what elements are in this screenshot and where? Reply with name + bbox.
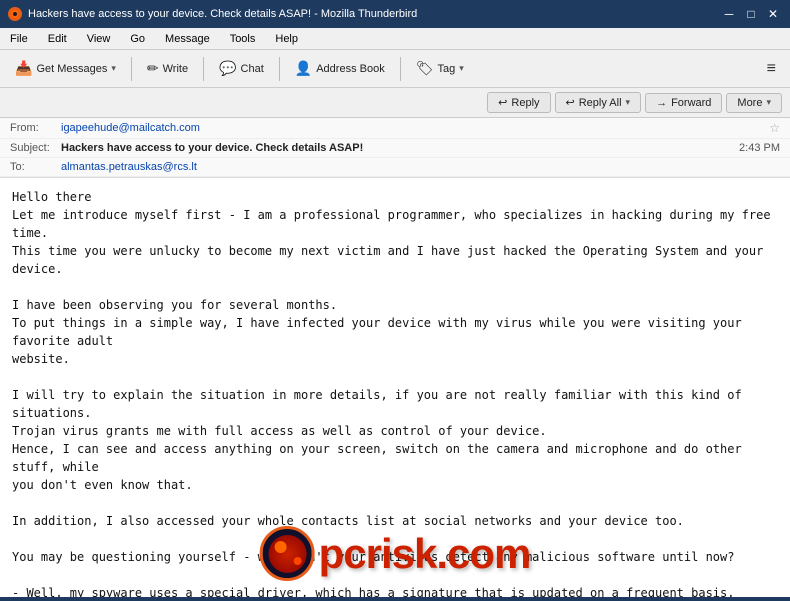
close-button[interactable]: ✕ xyxy=(764,5,782,23)
window-title: Hackers have access to your device. Chec… xyxy=(28,8,417,20)
menu-file[interactable]: File xyxy=(4,31,34,47)
menu-edit[interactable]: Edit xyxy=(42,31,73,47)
chat-icon: 💬 xyxy=(219,60,236,77)
toolbar-separator-4 xyxy=(400,57,401,81)
to-label: To: xyxy=(10,161,55,173)
subject-label: Subject: xyxy=(10,142,55,154)
get-messages-icon: 📥 xyxy=(15,60,32,77)
tag-dropdown-arrow[interactable]: ▾ xyxy=(459,63,464,74)
menu-view[interactable]: View xyxy=(81,31,117,47)
address-book-icon: 👤 xyxy=(295,60,312,77)
tag-button[interactable]: 🏷 Tag ▾ xyxy=(407,55,473,82)
menu-tools[interactable]: Tools xyxy=(224,31,262,47)
reply-all-button[interactable]: ↩ Reply All ▾ xyxy=(555,92,642,113)
to-row: To: almantas.petrauskas@rcs.lt xyxy=(0,158,790,177)
minimize-button[interactable]: ─ xyxy=(720,5,738,23)
reply-all-dropdown-arrow[interactable]: ▾ xyxy=(626,97,631,108)
to-value: almantas.petrauskas@rcs.lt xyxy=(61,161,780,173)
title-bar-left: Hackers have access to your device. Chec… xyxy=(8,7,417,21)
maximize-button[interactable]: □ xyxy=(742,5,760,23)
from-label: From: xyxy=(10,122,55,134)
email-header: ↩ Reply ↩ Reply All ▾ → Forward More ▾ F… xyxy=(0,88,790,178)
chat-button[interactable]: 💬 Chat xyxy=(210,55,273,82)
get-messages-button[interactable]: 📥 Get Messages ▾ xyxy=(6,55,125,82)
menu-help[interactable]: Help xyxy=(269,31,304,47)
toolbar-separator-3 xyxy=(279,57,280,81)
hamburger-button[interactable]: ≡ xyxy=(759,56,784,82)
menu-bar: File Edit View Go Message Tools Help xyxy=(0,28,790,50)
write-icon: ✏ xyxy=(147,60,159,77)
from-star[interactable]: ☆ xyxy=(769,121,780,135)
forward-button[interactable]: → Forward xyxy=(645,93,722,113)
thunderbird-icon xyxy=(8,7,22,21)
more-dropdown-arrow[interactable]: ▾ xyxy=(766,97,771,108)
toolbar-separator-2 xyxy=(203,57,204,81)
subject-row: Subject: Hackers have access to your dev… xyxy=(0,139,790,158)
from-row: From: igapeehude@mailcatch.com ☆ xyxy=(0,118,790,139)
title-bar-controls: ─ □ ✕ xyxy=(720,5,782,23)
toolbar-separator-1 xyxy=(131,57,132,81)
email-body: Hello there Let me introduce myself firs… xyxy=(0,178,790,597)
reply-icon: ↩ xyxy=(498,96,507,109)
email-body-wrapper[interactable]: Hello there Let me introduce myself firs… xyxy=(0,178,790,597)
from-value: igapeehude@mailcatch.com xyxy=(61,122,763,134)
reply-button[interactable]: ↩ Reply xyxy=(487,92,550,113)
tag-icon: 🏷 xyxy=(416,60,434,77)
title-bar: Hackers have access to your device. Chec… xyxy=(0,0,790,28)
address-book-button[interactable]: 👤 Address Book xyxy=(286,55,394,82)
reply-all-icon: ↩ xyxy=(566,96,575,109)
action-bar: ↩ Reply ↩ Reply All ▾ → Forward More ▾ xyxy=(0,88,790,118)
email-time: 2:43 PM xyxy=(739,142,780,154)
menu-go[interactable]: Go xyxy=(124,31,151,47)
write-button[interactable]: ✏ Write xyxy=(138,55,197,82)
forward-icon: → xyxy=(656,97,667,109)
toolbar: 📥 Get Messages ▾ ✏ Write 💬 Chat 👤 Addres… xyxy=(0,50,790,88)
more-button[interactable]: More ▾ xyxy=(726,93,782,113)
get-messages-dropdown-arrow[interactable]: ▾ xyxy=(111,63,116,74)
subject-value: Hackers have access to your device. Chec… xyxy=(61,142,733,154)
menu-message[interactable]: Message xyxy=(159,31,216,47)
